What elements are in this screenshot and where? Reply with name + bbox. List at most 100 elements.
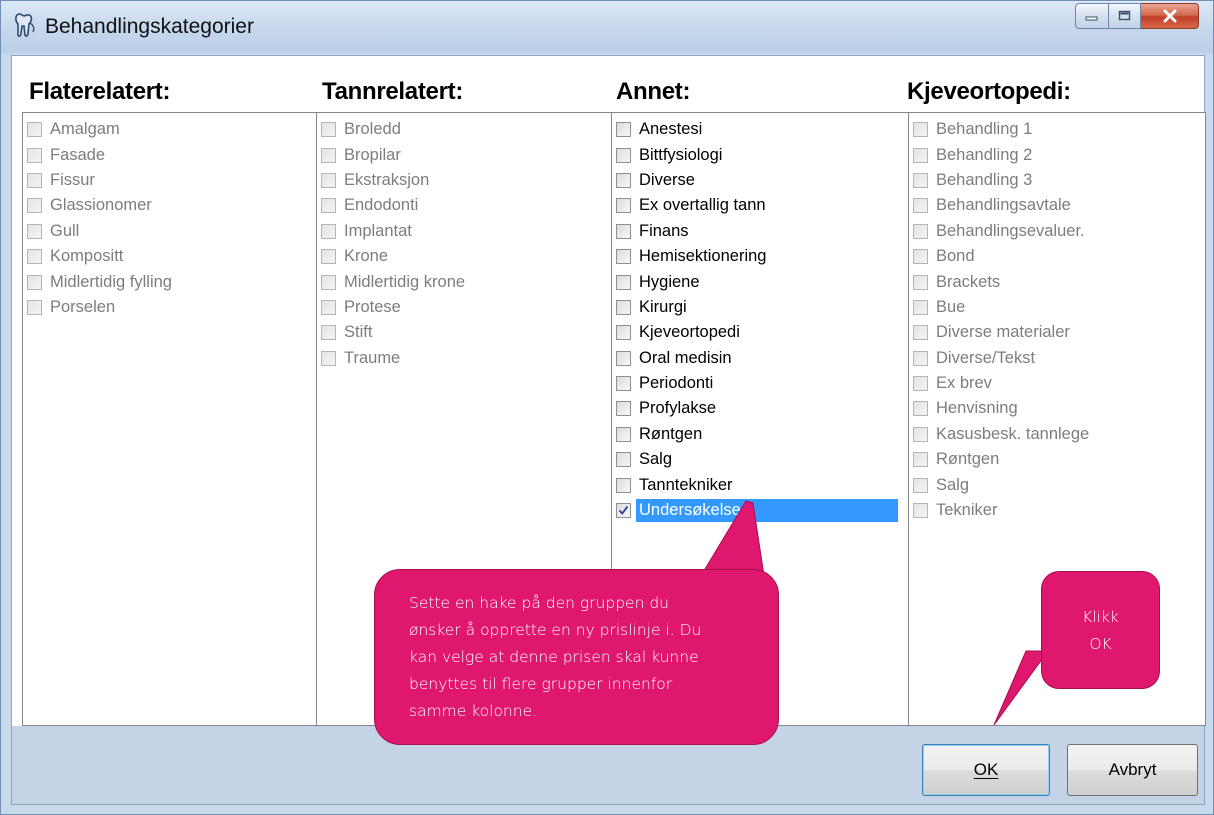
checklist-item[interactable]: Brackets xyxy=(909,269,1205,294)
title-bar[interactable]: Behandlingskategorier xyxy=(1,1,1213,53)
checkbox[interactable] xyxy=(321,350,336,366)
checkbox[interactable] xyxy=(913,503,928,519)
checkbox[interactable] xyxy=(616,401,631,417)
checkbox[interactable] xyxy=(913,223,928,239)
checkbox[interactable] xyxy=(616,325,631,341)
checkbox[interactable] xyxy=(913,299,928,315)
checkbox[interactable] xyxy=(27,299,42,315)
checkbox[interactable] xyxy=(27,122,42,138)
checklist-item[interactable]: Behandling 1 xyxy=(909,117,1205,142)
checklist-item[interactable]: Midlertidig fylling xyxy=(23,269,316,294)
checklist-item[interactable]: Behandling 3 xyxy=(909,168,1205,193)
checkbox[interactable] xyxy=(616,172,631,188)
checkbox[interactable] xyxy=(913,452,928,468)
checklist-item[interactable]: Finans xyxy=(612,219,908,244)
checkbox[interactable] xyxy=(27,249,42,265)
checkbox[interactable] xyxy=(616,274,631,290)
checklist-item[interactable]: Ex overtallig tann xyxy=(612,193,908,218)
checkbox[interactable] xyxy=(913,350,928,366)
checklist-item[interactable]: Anestesi xyxy=(612,117,908,142)
checklist-item[interactable]: Periodonti xyxy=(612,371,908,396)
checkbox[interactable] xyxy=(913,249,928,265)
checklist-item[interactable]: Hygiene xyxy=(612,269,908,294)
checklist-item[interactable]: Røntgen xyxy=(612,422,908,447)
checkbox[interactable] xyxy=(27,274,42,290)
checklist-item[interactable]: Fasade xyxy=(23,142,316,167)
checklist-item[interactable]: Krone xyxy=(317,244,611,269)
checkbox[interactable] xyxy=(616,426,631,442)
checkbox[interactable] xyxy=(27,223,42,239)
checklist-item[interactable]: Kirurgi xyxy=(612,295,908,320)
checklist-item[interactable]: Kompositt xyxy=(23,244,316,269)
checkbox[interactable] xyxy=(27,172,42,188)
checklist-item[interactable]: Traume xyxy=(317,346,611,371)
checkbox[interactable] xyxy=(321,198,336,214)
checkbox[interactable] xyxy=(27,147,42,163)
checkbox[interactable] xyxy=(616,122,631,138)
checklist-item[interactable]: Kjeveortopedi xyxy=(612,320,908,345)
checklist-item[interactable]: Behandlingsevaluer. xyxy=(909,219,1205,244)
checklist-item[interactable]: Diverse materialer xyxy=(909,320,1205,345)
checklist-item[interactable]: Glassionomer xyxy=(23,193,316,218)
checkbox[interactable] xyxy=(616,223,631,239)
checklist-item[interactable]: Broledd xyxy=(317,117,611,142)
checklist-item[interactable]: Midlertidig krone xyxy=(317,269,611,294)
ok-button[interactable]: OK xyxy=(922,744,1050,796)
close-button[interactable] xyxy=(1141,3,1199,29)
checklist-item[interactable]: Stift xyxy=(317,320,611,345)
checklist-item[interactable]: Profylakse xyxy=(612,396,908,421)
checklist-item[interactable]: Fissur xyxy=(23,168,316,193)
checkbox[interactable] xyxy=(321,122,336,138)
checkbox[interactable] xyxy=(913,198,928,214)
checkbox[interactable] xyxy=(321,299,336,315)
checklist-item[interactable]: Kasusbesk. tannlege xyxy=(909,422,1205,447)
checklist-item[interactable]: Porselen xyxy=(23,295,316,320)
checkbox[interactable] xyxy=(913,274,928,290)
minimize-button[interactable] xyxy=(1075,3,1109,29)
checkbox[interactable] xyxy=(913,147,928,163)
checklist-item[interactable]: Amalgam xyxy=(23,117,316,142)
checkbox[interactable] xyxy=(616,147,631,163)
checklist-item[interactable]: Implantat xyxy=(317,219,611,244)
checklist-item[interactable]: Bropilar xyxy=(317,142,611,167)
checklist-item[interactable]: Tekniker xyxy=(909,498,1205,523)
checkbox-checked[interactable] xyxy=(616,503,631,519)
checklist-item[interactable]: Ex brev xyxy=(909,371,1205,396)
checkbox[interactable] xyxy=(913,325,928,341)
maximize-button[interactable] xyxy=(1109,3,1141,29)
checklist-flaterelatert[interactable]: Amalgam Fasade Fissur Glassionomer Gull Kompo… xyxy=(22,112,317,726)
checkbox[interactable] xyxy=(913,172,928,188)
checkbox[interactable] xyxy=(321,223,336,239)
checklist-item[interactable]: Gull xyxy=(23,219,316,244)
checklist-item[interactable]: Bittfysiologi xyxy=(612,142,908,167)
checklist-item[interactable]: Diverse xyxy=(612,168,908,193)
checklist-item[interactable]: Henvisning xyxy=(909,396,1205,421)
checkbox[interactable] xyxy=(321,172,336,188)
checklist-item[interactable]: Salg xyxy=(612,447,908,472)
checkbox[interactable] xyxy=(616,452,631,468)
checkbox[interactable] xyxy=(321,249,336,265)
checkbox[interactable] xyxy=(913,426,928,442)
checklist-item[interactable]: Bond xyxy=(909,244,1205,269)
checklist-item[interactable]: Diverse/Tekst xyxy=(909,346,1205,371)
checklist-item[interactable]: Røntgen xyxy=(909,447,1205,472)
checkbox[interactable] xyxy=(913,401,928,417)
checkbox[interactable] xyxy=(616,376,631,392)
checkbox[interactable] xyxy=(616,350,631,366)
checkbox[interactable] xyxy=(913,376,928,392)
checkbox[interactable] xyxy=(321,147,336,163)
checkbox[interactable] xyxy=(321,325,336,341)
checklist-item[interactable]: Behandlingsavtale xyxy=(909,193,1205,218)
checklist-item[interactable]: Endodonti xyxy=(317,193,611,218)
checkbox[interactable] xyxy=(616,477,631,493)
checkbox[interactable] xyxy=(616,198,631,214)
cancel-button[interactable]: Avbryt xyxy=(1067,744,1198,796)
checkbox[interactable] xyxy=(321,274,336,290)
checklist-item[interactable]: Tanntekniker xyxy=(612,472,908,497)
checkbox[interactable] xyxy=(616,299,631,315)
checkbox[interactable] xyxy=(913,477,928,493)
checklist-item[interactable]: Hemisektionering xyxy=(612,244,908,269)
checkbox[interactable] xyxy=(913,122,928,138)
checkbox[interactable] xyxy=(27,198,42,214)
checklist-item[interactable]: Salg xyxy=(909,472,1205,497)
